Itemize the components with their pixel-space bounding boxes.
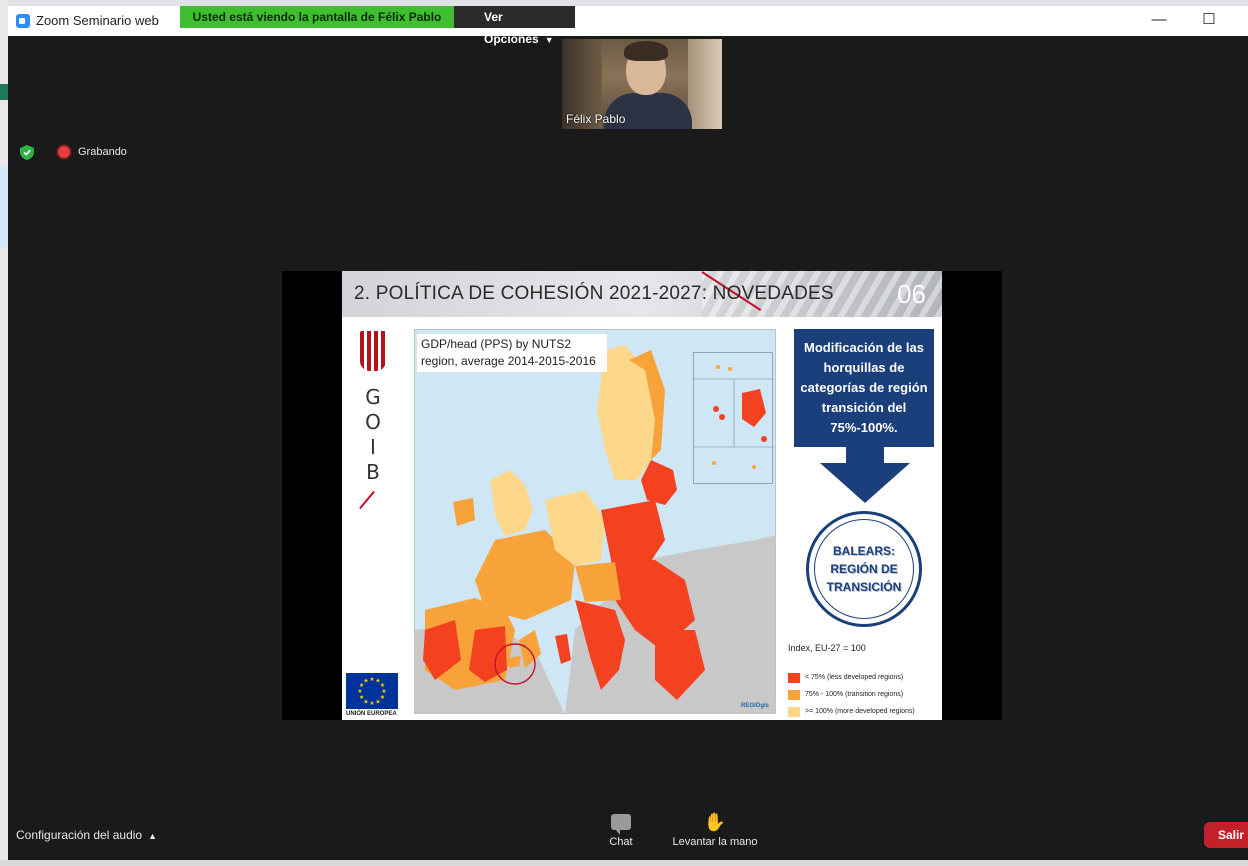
- chevron-down-icon: ▼: [544, 35, 554, 45]
- eu-logo: ★ ★ ★ ★ ★ ★ ★ ★ ★ ★ ★ ★ UNIÓN EUROPEA: [346, 673, 398, 717]
- goib-logo: G O I B: [359, 331, 386, 511]
- shared-screen: 2. POLÍTICA DE COHESIÓN 2021-2027: NOVED…: [282, 271, 1002, 720]
- arrow-down-icon: [820, 447, 910, 503]
- screen-share-message: Usted está viendo la pantalla de Félix P…: [180, 6, 454, 28]
- audio-settings-label: Configuración del audio: [16, 828, 143, 842]
- chat-icon: [611, 814, 631, 835]
- legend-item: 75% - 100% (transition regions): [788, 686, 938, 703]
- goib-letter: G: [365, 385, 381, 409]
- screen-share-banner: Usted está viendo la pantalla de Félix P…: [180, 6, 575, 46]
- participant-video[interactable]: Félix Pablo: [562, 39, 722, 129]
- goib-slash: [359, 490, 375, 510]
- goib-letter: B: [366, 460, 380, 484]
- map-title: GDP/head (PPS) by NUTS2 region, average …: [417, 334, 607, 372]
- view-options-button[interactable]: Ver Opciones ▼: [454, 6, 575, 46]
- slide-callout-box: Modificación de las horquillas de catego…: [794, 329, 934, 447]
- legend-item: >= 100% (more developed regions): [788, 703, 938, 720]
- audio-settings-button[interactable]: Configuración del audio ▲: [16, 828, 157, 842]
- goib-letters: G O I B: [360, 385, 386, 485]
- shield-icon[interactable]: [20, 144, 34, 160]
- map-legend: Index, EU-27 = 100 < 75% (less developed…: [788, 643, 938, 720]
- presentation-slide: 2. POLÍTICA DE COHESIÓN 2021-2027: NOVED…: [342, 271, 942, 720]
- maximize-button[interactable]: ☐: [1194, 9, 1224, 33]
- legend-swatch: [788, 689, 800, 700]
- legend-index-label: Index, EU-27 = 100: [788, 643, 866, 653]
- goib-letter: I: [370, 435, 376, 459]
- recording-icon: [58, 146, 70, 158]
- raise-hand-label: Levantar la mano: [672, 836, 758, 848]
- map-credit: REGIOgis: [740, 703, 769, 709]
- legend-swatch: [788, 706, 800, 717]
- legend-swatch: [788, 672, 800, 683]
- svg-text:★: ★: [363, 678, 368, 685]
- balearic-flag-icon: [360, 331, 386, 371]
- svg-text:★: ★: [359, 694, 364, 701]
- badge-inner-ring: [814, 519, 914, 619]
- hand-icon: ✋: [703, 812, 727, 832]
- eu-flag-icon: ★ ★ ★ ★ ★ ★ ★ ★ ★ ★ ★ ★: [346, 673, 398, 709]
- taskbar-edge: [0, 860, 1248, 866]
- raise-hand-button[interactable]: ✋ Levantar la mano: [666, 812, 764, 848]
- eu-label: UNIÓN EUROPEA: [346, 711, 397, 717]
- background-panel: [0, 166, 8, 248]
- svg-text:★: ★: [375, 698, 380, 705]
- chevron-up-icon: ▲: [148, 831, 158, 841]
- recording-label: Grabando: [78, 146, 127, 158]
- exit-button[interactable]: Salir: [1204, 822, 1248, 848]
- balears-transition-badge: BALEARS: REGIÓN DE TRANSICIÓN: [806, 511, 922, 627]
- zoom-window: Zoom Seminario web — ☐ Usted está viendo…: [8, 6, 1248, 860]
- view-options-label: Ver Opciones: [484, 10, 539, 46]
- chat-label: Chat: [609, 836, 633, 848]
- window-title: Zoom Seminario web: [36, 13, 159, 28]
- slide-number: 06: [897, 279, 926, 309]
- participant-name: Félix Pablo: [566, 112, 626, 126]
- legend-item: < 75% (less developed regions): [788, 669, 938, 686]
- video-background-right: [688, 39, 722, 129]
- meeting-status-row: Grabando: [20, 144, 127, 160]
- slide-title: 2. POLÍTICA DE COHESIÓN 2021-2027: NOVED…: [354, 283, 834, 304]
- video-person-hair: [624, 41, 668, 61]
- minimize-button[interactable]: —: [1144, 9, 1174, 33]
- meeting-controls-bar: Configuración del audio ▲ Chat ✋ Levantar…: [8, 804, 1248, 860]
- slide-header: 2. POLÍTICA DE COHESIÓN 2021-2027: NOVED…: [342, 271, 942, 317]
- legend-label: 75% - 100% (transition regions): [805, 691, 904, 698]
- svg-text:★: ★: [369, 676, 374, 683]
- background-window-edge: [0, 0, 8, 866]
- legend-label: < 75% (less developed regions): [805, 674, 904, 681]
- legend-label: >= 100% (more developed regions): [805, 708, 915, 715]
- svg-text:★: ★: [369, 700, 374, 707]
- map-outermost-regions-inset: [693, 352, 774, 484]
- goib-letter: O: [365, 410, 381, 434]
- chat-button[interactable]: Chat: [600, 812, 642, 848]
- zoom-app-icon: [16, 14, 30, 28]
- background-accent: [0, 84, 8, 100]
- svg-text:★: ★: [357, 688, 362, 695]
- nuts2-gdp-map: GDP/head (PPS) by NUTS2 region, average …: [414, 329, 776, 714]
